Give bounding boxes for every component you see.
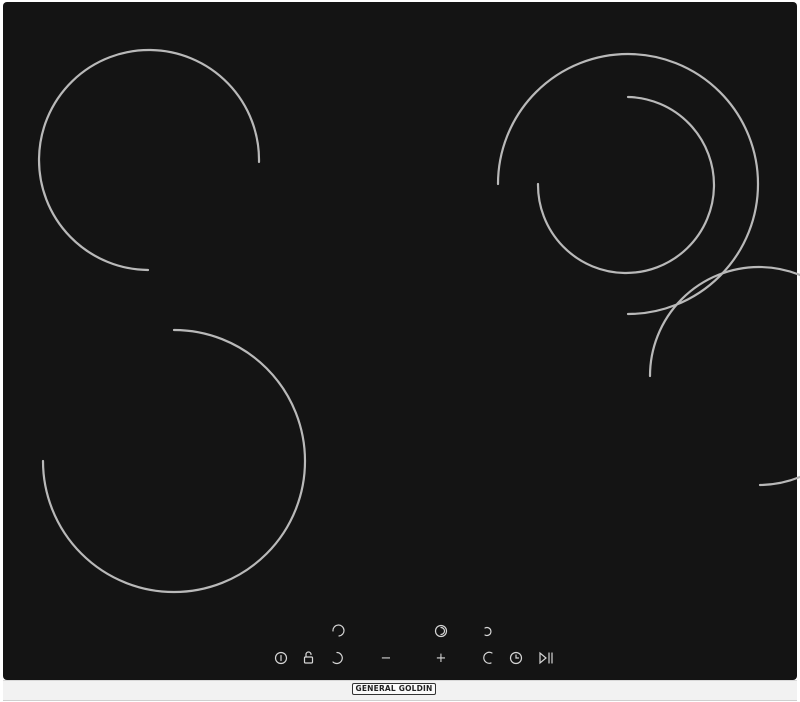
pause-play-icon — [539, 651, 553, 665]
hob-surface: − + — [37, 48, 800, 666]
timer-icon — [509, 651, 523, 665]
pause-play-button[interactable] — [539, 651, 553, 665]
cooking-zone-top-left — [37, 48, 261, 272]
power-button[interactable] — [274, 651, 288, 665]
zone-select-button-3[interactable] — [332, 651, 343, 665]
cooking-zone-bottom-left — [41, 328, 307, 594]
zone-select-icon — [484, 626, 492, 637]
zone-select-button-4[interactable] — [483, 651, 493, 664]
zone-select-icon — [483, 651, 493, 664]
zone-select-button-1[interactable] — [332, 624, 345, 637]
lock-icon — [303, 651, 314, 664]
timer-button[interactable] — [509, 651, 523, 665]
zone-select-icon — [332, 624, 345, 637]
brand-logo: GENERAL GOLDIN — [352, 683, 436, 695]
dual-zone-button[interactable] — [434, 624, 448, 638]
cooking-zone-bottom-right — [648, 265, 800, 487]
plus-label: + — [436, 651, 447, 666]
cooking-zone-top-right-inner-ring — [536, 95, 716, 275]
power-icon — [274, 651, 288, 665]
zone-select-icon — [332, 651, 343, 665]
lock-button[interactable] — [303, 651, 314, 664]
plus-button[interactable]: + — [436, 651, 447, 666]
zone-select-button-2[interactable] — [484, 626, 492, 637]
dual-zone-icon — [434, 624, 448, 638]
minus-label: − — [381, 651, 392, 666]
minus-button[interactable]: − — [381, 651, 392, 666]
